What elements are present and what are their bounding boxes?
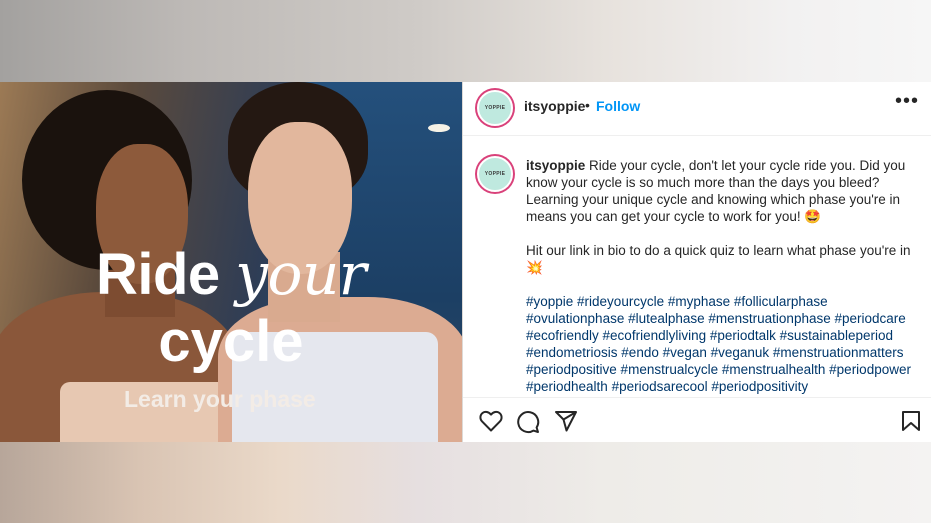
headline-word-your: your xyxy=(235,240,367,308)
post-image[interactable]: Ride your cycle Learn your phase xyxy=(0,82,462,442)
username-link[interactable]: itsyoppie xyxy=(524,98,585,114)
caption: itsyoppie Ride your cycle, don't let you… xyxy=(526,157,918,395)
post-side-panel: YOPPIE itsyoppie • Follow ••• YOPPIE its… xyxy=(463,82,931,442)
caption-username-link[interactable]: itsyoppie xyxy=(526,158,585,173)
image-headline-line2: cycle xyxy=(158,309,304,374)
headline-word-ride: Ride xyxy=(95,242,220,307)
caption-hashtags[interactable]: #yoppie #rideyourcycle #myphase #follicu… xyxy=(526,293,918,395)
post-header: YOPPIE itsyoppie • Follow ••• xyxy=(463,82,931,136)
caption-avatar[interactable]: YOPPIE xyxy=(477,156,513,192)
paper-plane-icon[interactable] xyxy=(554,410,578,437)
more-options-icon[interactable]: ••• xyxy=(895,90,919,113)
bookmark-icon[interactable] xyxy=(901,410,921,437)
background-blur-bottom xyxy=(0,442,931,523)
follow-button[interactable]: Follow xyxy=(596,98,640,114)
avatar[interactable]: YOPPIE xyxy=(477,90,513,126)
caption-scroll-area[interactable]: YOPPIE itsyoppie Ride your cycle, don't … xyxy=(463,135,931,397)
image-subtitle: Learn your phase xyxy=(124,386,316,412)
image-ceiling-light xyxy=(428,124,450,132)
caption-avatar-text: YOPPIE xyxy=(484,171,506,177)
heart-icon[interactable] xyxy=(479,410,503,437)
avatar-text: YOPPIE xyxy=(484,105,506,111)
separator-dot: • xyxy=(585,97,590,113)
caption-text-2: Hit our link in bio to do a quick quiz t… xyxy=(526,243,911,275)
comment-icon[interactable] xyxy=(516,410,540,439)
action-bar xyxy=(463,397,931,443)
background-blur-top xyxy=(0,0,931,82)
image-headline-line1: Ride your xyxy=(0,240,462,308)
